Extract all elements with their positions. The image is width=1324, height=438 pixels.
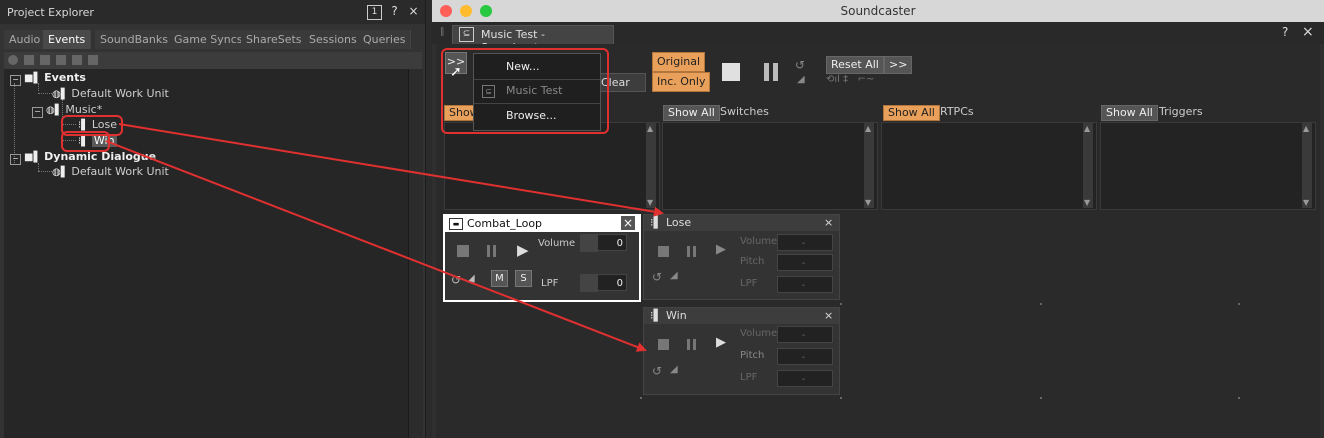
- win-arrow: [105, 140, 647, 352]
- annotation-arrows: [105, 123, 664, 352]
- lose-arrow: [118, 123, 664, 217]
